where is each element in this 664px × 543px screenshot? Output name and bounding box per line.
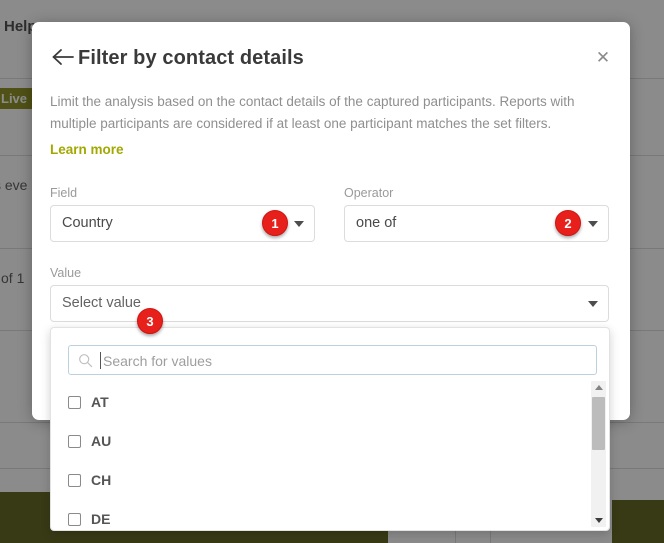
text-cursor	[100, 352, 101, 369]
value-select[interactable]: Select value	[50, 285, 609, 322]
checkbox-icon[interactable]	[68, 434, 81, 448]
value-select-placeholder: Select value	[62, 295, 141, 311]
list-item[interactable]: DE	[68, 509, 110, 529]
screenshot-root: Help Live s eve l of 1 Filter by contact…	[0, 0, 664, 543]
options-list: AT AU CH DE	[51, 380, 609, 530]
back-arrow-icon[interactable]	[50, 46, 76, 68]
field-label-operator: Operator	[344, 186, 394, 200]
list-item-label: CH	[91, 472, 112, 488]
operator-select-value: one of	[356, 215, 397, 231]
checkbox-icon[interactable]	[68, 473, 81, 487]
scrollbar-thumb[interactable]	[592, 397, 605, 450]
field-label-value: Value	[50, 266, 82, 280]
list-item-label: AT	[91, 394, 109, 410]
value-dropdown-panel: Search for values AT AU CH DE	[50, 327, 610, 531]
search-input[interactable]: Search for values	[68, 345, 597, 375]
scroll-up-arrow-icon[interactable]	[591, 381, 606, 394]
chevron-down-icon	[588, 301, 598, 307]
annotation-badge-2: 2	[555, 210, 581, 236]
search-icon	[78, 353, 93, 368]
checkbox-icon[interactable]	[68, 395, 81, 409]
annotation-badge-1: 1	[262, 210, 288, 236]
checkbox-icon[interactable]	[68, 512, 81, 526]
search-input-placeholder: Search for values	[103, 353, 212, 369]
options-scrollbar[interactable]	[591, 381, 606, 527]
chevron-down-icon	[588, 221, 598, 227]
learn-more-link[interactable]: Learn more	[50, 142, 124, 157]
list-item[interactable]: AT	[68, 392, 109, 412]
annotation-badge-3: 3	[137, 308, 163, 334]
modal-header: Filter by contact details ✕	[32, 22, 630, 84]
close-icon[interactable]: ✕	[595, 50, 611, 67]
field-select-value: Country	[62, 215, 113, 231]
scroll-down-arrow-icon[interactable]	[591, 514, 606, 527]
page-title: Filter by contact details	[78, 47, 304, 69]
list-item-label: DE	[91, 511, 111, 527]
list-item[interactable]: CH	[68, 470, 111, 490]
chevron-down-icon	[294, 221, 304, 227]
list-item[interactable]: AU	[68, 431, 111, 451]
list-item-label: AU	[91, 433, 112, 449]
field-label-field: Field	[50, 186, 78, 200]
modal-description: Limit the analysis based on the contact …	[50, 94, 575, 131]
